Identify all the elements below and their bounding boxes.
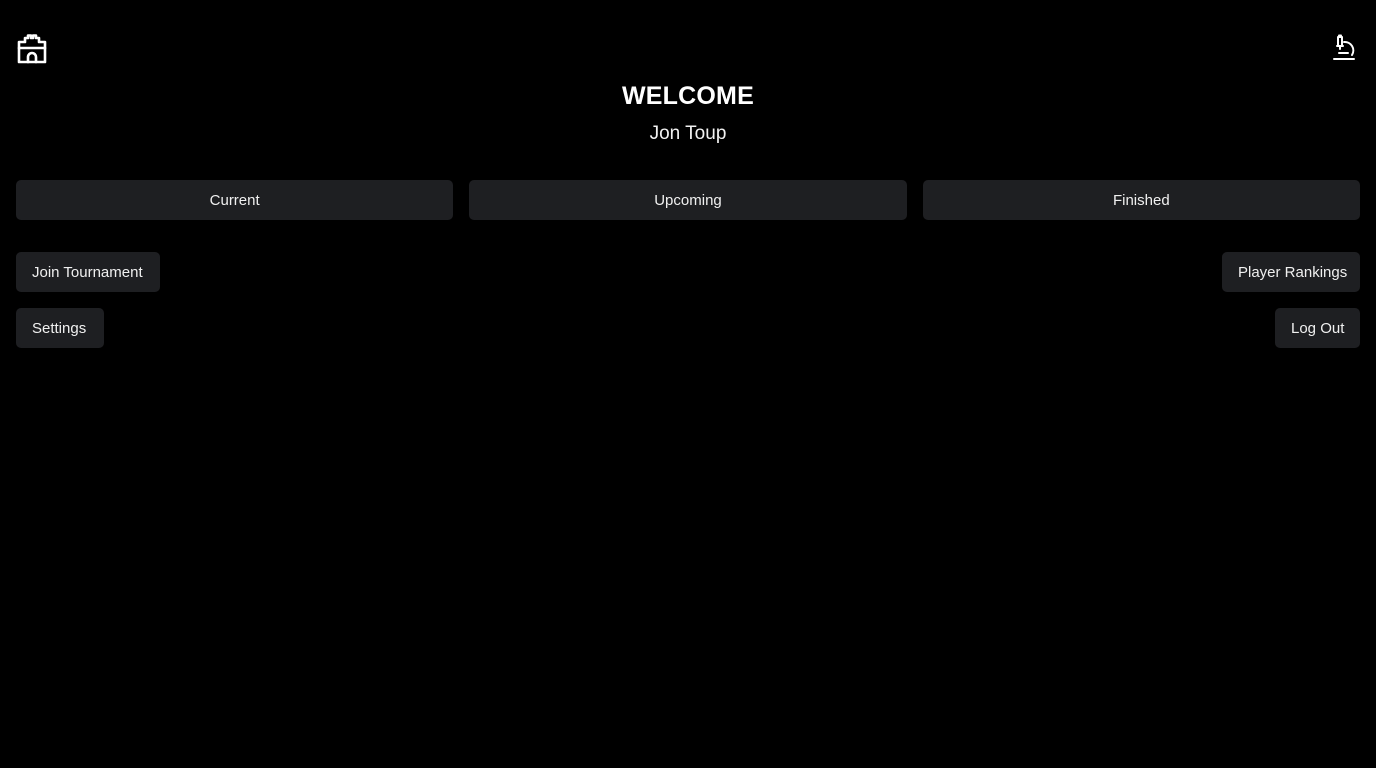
tab-upcoming[interactable]: Upcoming bbox=[469, 180, 907, 220]
home-page: WELCOME Jon Toup Current Upcoming Finish… bbox=[0, 0, 1376, 768]
microscope-icon[interactable] bbox=[1326, 30, 1362, 66]
tab-current[interactable]: Current bbox=[16, 180, 454, 220]
welcome-title: WELCOME bbox=[622, 82, 754, 110]
settings-button[interactable]: Settings bbox=[16, 308, 104, 348]
user-name: Jon Toup bbox=[649, 123, 727, 144]
player-rankings-button[interactable]: Player Rankings bbox=[1222, 252, 1360, 292]
castle-icon[interactable] bbox=[14, 30, 50, 66]
tab-finished[interactable]: Finished bbox=[922, 180, 1360, 220]
tournament-tabs: Current Upcoming Finished bbox=[16, 180, 1360, 220]
join-tournament-button[interactable]: Join Tournament bbox=[16, 252, 160, 292]
log-out-button[interactable]: Log Out bbox=[1275, 308, 1360, 348]
